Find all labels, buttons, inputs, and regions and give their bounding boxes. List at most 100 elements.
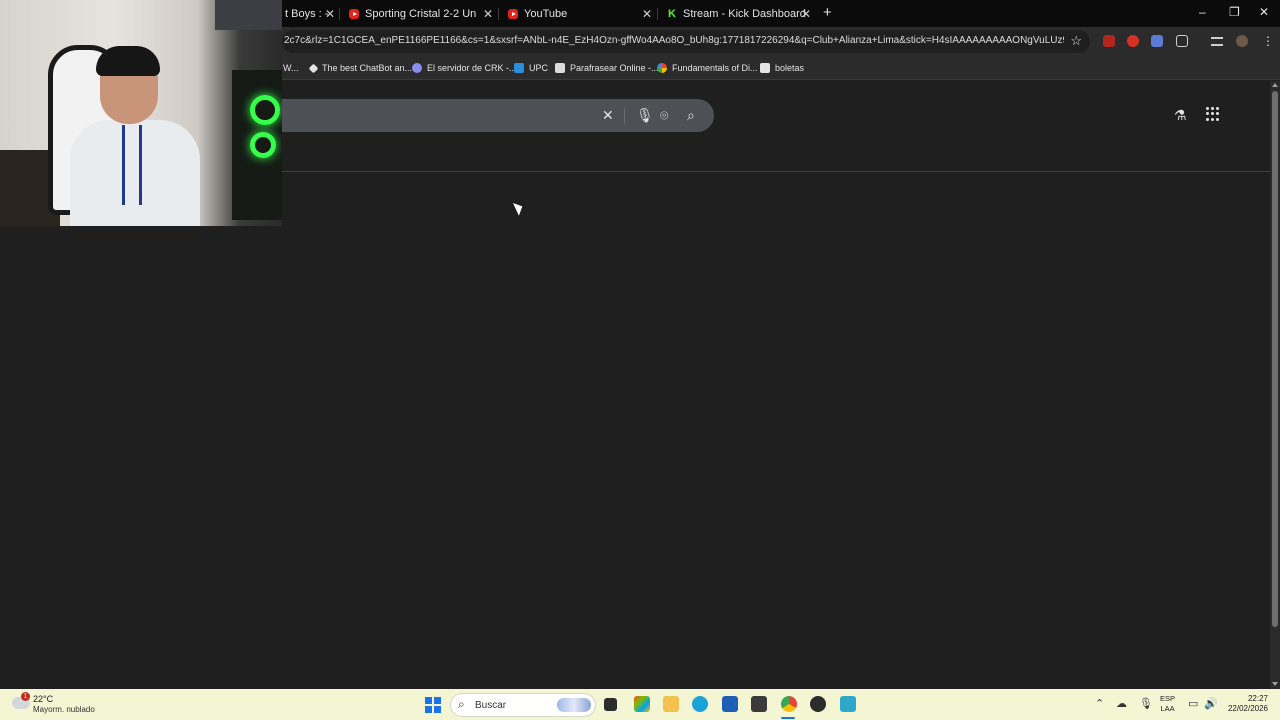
tab-separator [339,8,340,20]
new-tab-button[interactable]: + [823,4,832,21]
network-icon[interactable]: ▭ [1188,697,1198,710]
language-code: ESP [1160,694,1176,703]
mouse-cursor-icon [513,200,526,216]
weather-description[interactable]: Mayorm. nublado [33,705,95,714]
maximize-button[interactable]: ❐ [1229,5,1240,19]
boletas-icon [760,63,770,73]
bookmark-item[interactable]: boletas [760,61,804,75]
webcam-fan-light [250,132,276,158]
search-icon[interactable]: ⌕ [687,107,695,124]
bookmark-label: Fundamentals of Di... [672,63,758,73]
search-divider [624,108,625,124]
store-icon[interactable] [722,696,738,712]
discord-icon [412,63,422,73]
extension-icon[interactable] [1127,35,1139,47]
youtube-icon [508,9,518,19]
address-url[interactable]: 2c7c&rlz=1C1GCEA_enPE1166PE1166&cs=1&sxs… [284,35,1064,46]
tab-4[interactable]: K Stream - Kick Dashboard ✕ [667,5,817,23]
bookmark-star-icon[interactable]: ☆ [1070,33,1082,49]
tab-close-icon[interactable]: ✕ [801,7,811,21]
tab-title: YouTube [524,8,568,20]
media-control-icon[interactable] [1211,37,1223,46]
labs-flask-icon[interactable]: ⚗ [1174,107,1187,124]
search-highlight-image [557,698,591,712]
extension-icon[interactable] [1103,35,1115,47]
keyboard-layout: LAA [1160,704,1175,713]
upc-icon [514,63,524,73]
tab-title: Sporting Cristal 2-2 Universitario [365,8,477,20]
extensions-puzzle-icon[interactable] [1176,35,1188,47]
extension-icon[interactable] [1151,35,1163,47]
tab-2[interactable]: Sporting Cristal 2-2 Universitario ✕ [349,5,499,23]
minimize-button[interactable]: – [1199,5,1206,19]
menu-dots-icon[interactable]: ⋮ [1262,34,1274,48]
bookmark-item[interactable]: El servidor de CRK -... [412,61,517,75]
tab-separator [498,8,499,20]
mic-icon[interactable]: 🎙 [636,107,654,124]
windows-start-icon[interactable] [425,697,441,713]
bookmark-label: The best ChatBot an... [322,63,413,73]
notification-badge: 1 [21,692,30,701]
webcam-fan-light [250,95,280,125]
address-bar[interactable]: 2c7c&rlz=1C1GCEA_enPE1166PE1166&cs=1&sxs… [282,30,1090,53]
kick-icon: K [667,8,677,20]
bookmark-item[interactable]: The best ChatBot an... [308,61,413,75]
bookmark-label: Parafrasear Online -... [570,63,659,73]
google-icon [657,63,667,73]
copilot-icon[interactable] [634,696,650,712]
bookmark-item[interactable]: W... [283,61,299,75]
bookmark-label: boletas [775,63,805,73]
close-window-button[interactable]: ✕ [1259,5,1269,19]
webcam-person-hair [96,46,160,76]
close-icon[interactable]: ✕ [602,107,614,124]
task-view-icon[interactable] [604,698,617,711]
obs-icon[interactable] [810,696,826,712]
tab-3[interactable]: YouTube ✕ [508,5,658,23]
scroll-up-icon[interactable] [1272,83,1278,87]
active-app-indicator [781,717,795,719]
edge-icon[interactable] [692,696,708,712]
scroll-down-icon[interactable] [1272,682,1278,686]
language-indicator[interactable]: ESP LAA [1160,694,1175,714]
notepad-icon[interactable] [840,696,856,712]
file-explorer-icon[interactable] [663,696,679,712]
weather-temperature[interactable]: 22°C [33,694,53,704]
app-icon[interactable] [751,696,767,712]
taskbar-search[interactable]: ⌕ Buscar [450,693,596,717]
page-scrollbar[interactable] [1270,81,1280,689]
paraphrase-icon [555,63,565,73]
camera-icon[interactable]: ⌾ [660,107,668,124]
tab-close-icon[interactable]: ✕ [325,7,335,21]
bookmark-item[interactable]: Fundamentals of Di... [657,61,758,75]
search-input[interactable] [284,105,594,125]
tab-close-icon[interactable]: ✕ [642,7,652,21]
youtube-icon [349,9,359,19]
profile-avatar[interactable] [1236,35,1248,47]
bookmark-item[interactable]: UPC [514,61,548,75]
chrome-icon[interactable] [781,696,797,712]
tab-1[interactable]: t Boys : - ✕ [285,5,345,23]
google-apps-icon[interactable] [1206,107,1220,121]
scrollbar-thumb[interactable] [1272,91,1278,627]
bookmark-item[interactable]: Parafrasear Online -... [555,61,659,75]
bookmark-label: El servidor de CRK -... [427,63,517,73]
webcam-overlay [0,0,282,226]
results-divider [282,171,1270,172]
system-clock[interactable]: 22:27 22/02/2026 [1224,694,1268,714]
webcam-shelf [215,0,282,30]
onedrive-cloud-icon[interactable]: ☁ [1116,697,1127,710]
search-icon: ⌕ [458,697,465,711]
clock-date: 22/02/2026 [1227,704,1268,713]
taskbar-search-label: Buscar [475,700,507,711]
bookmark-label: W... [283,63,299,73]
chevron-up-icon[interactable]: ⌃ [1095,697,1104,710]
tab-close-icon[interactable]: ✕ [483,7,493,21]
chatbot-icon [308,63,319,73]
bookmark-label: UPC [529,63,549,73]
volume-icon[interactable]: 🔊 [1204,697,1218,710]
webcam-lanyard [122,125,142,205]
mic-icon[interactable]: 🎙 [1139,697,1153,710]
tab-separator [657,8,658,20]
clock-time: 22:27 [1247,694,1268,703]
tab-title: Stream - Kick Dashboard [683,8,806,20]
